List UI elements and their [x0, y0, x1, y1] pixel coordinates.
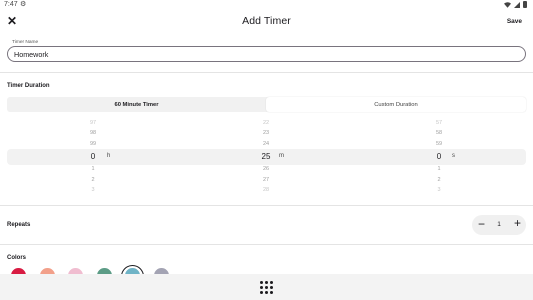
battery-icon	[523, 1, 527, 8]
colors-label: Colors	[7, 255, 27, 261]
divider	[0, 72, 533, 73]
save-button[interactable]: Save	[507, 18, 522, 25]
page-title: Add Timer	[242, 15, 291, 27]
hours-option[interactable]: 1	[63, 166, 123, 172]
tab-60-minute-timer[interactable]: 60 Minute Timer	[7, 97, 266, 112]
seconds-option[interactable]: 2	[409, 177, 469, 183]
duration-tabs: 60 Minute Timer Custom Duration	[7, 97, 526, 112]
hours-option[interactable]: 3	[63, 187, 123, 193]
minutes-selected[interactable]: 25	[236, 152, 296, 161]
signal-icon	[514, 1, 520, 8]
divider	[0, 244, 533, 245]
seconds-option[interactable]: 59	[409, 141, 469, 147]
status-bar: 7:47 ⚙	[0, 0, 533, 11]
divider	[0, 205, 533, 206]
app-drawer-icon[interactable]	[260, 281, 273, 294]
minutes-option[interactable]: 24	[236, 141, 296, 147]
hours-option[interactable]: 97	[63, 120, 123, 126]
status-icons	[504, 1, 527, 8]
tab-custom-duration[interactable]: Custom Duration	[266, 97, 526, 112]
hours-selected[interactable]: 0	[63, 152, 123, 161]
timer-duration-label: Timer Duration	[7, 83, 50, 89]
seconds-unit: s	[452, 153, 455, 159]
top-app-bar: ✕ Add Timer Save	[0, 11, 533, 33]
timer-name-field[interactable]: Homework	[7, 46, 526, 62]
timer-name-value: Homework	[14, 50, 49, 59]
hours-option[interactable]: 98	[63, 130, 123, 136]
hours-option[interactable]: 2	[63, 177, 123, 183]
plus-icon[interactable]: +	[514, 216, 521, 230]
minutes-option[interactable]: 23	[236, 130, 296, 136]
seconds-option[interactable]: 57	[409, 120, 469, 126]
status-time: 7:47	[4, 1, 18, 8]
timer-name-label: Timer Name	[11, 40, 40, 45]
seconds-option[interactable]: 3	[409, 187, 469, 193]
seconds-option[interactable]: 58	[409, 130, 469, 136]
minutes-option[interactable]: 22	[236, 120, 296, 126]
settings-notification-icon: ⚙	[20, 1, 27, 8]
seconds-option[interactable]: 1	[409, 166, 469, 172]
minutes-unit: m	[279, 153, 284, 159]
repeats-label: Repeats	[7, 222, 31, 228]
minutes-option[interactable]: 27	[236, 177, 296, 183]
repeats-stepper: − 1 +	[472, 215, 526, 235]
hours-option[interactable]: 99	[63, 141, 123, 147]
minutes-option[interactable]: 26	[236, 166, 296, 172]
hours-unit: h	[107, 153, 111, 159]
minutes-option[interactable]: 28	[236, 187, 296, 193]
seconds-selected[interactable]: 0	[409, 152, 469, 161]
wifi-icon	[504, 1, 511, 8]
